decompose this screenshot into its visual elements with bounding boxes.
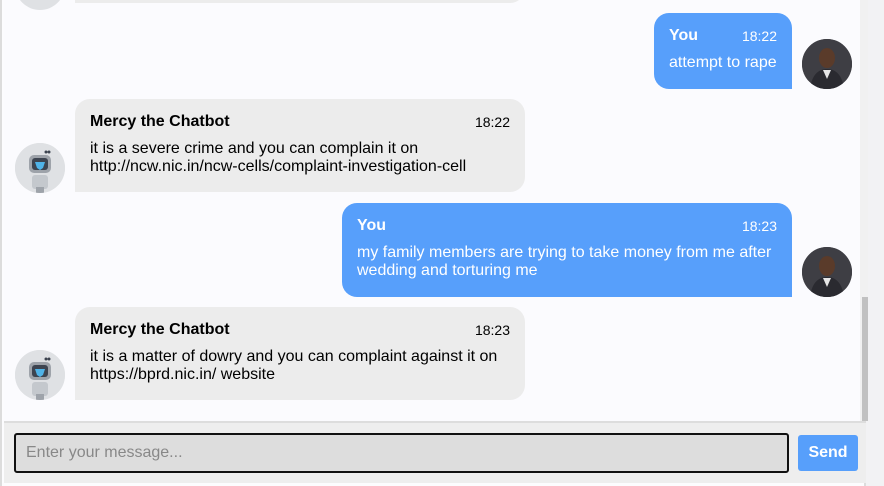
message-bubble-partial — [75, 0, 525, 3]
chat-messages[interactable]: You 18:22 attempt to rape Mercy the Chat… — [4, 0, 860, 421]
user-photo-icon — [802, 247, 852, 297]
sender-name: Mercy the Chatbot — [90, 321, 230, 338]
robot-icon — [15, 143, 65, 193]
message-text: my family members are trying to take mon… — [357, 244, 772, 279]
message-time: 18:22 — [741, 28, 777, 44]
message-bubble: You 18:22 attempt to rape — [654, 13, 792, 89]
send-button[interactable]: Send — [798, 435, 858, 471]
message-bubble: Mercy the Chatbot 18:22 it is a severe c… — [75, 99, 525, 192]
sender-name: You — [357, 217, 387, 234]
robot-icon — [15, 350, 65, 400]
bot-avatar — [15, 350, 65, 400]
sender-name: Mercy the Chatbot — [90, 113, 230, 130]
message-time: 18:23 — [741, 218, 777, 234]
robot-icon — [15, 0, 65, 10]
message-text: attempt to rape — [669, 54, 777, 71]
sender-name: You — [669, 27, 699, 44]
bot-avatar — [15, 143, 65, 193]
message-time: 18:22 — [474, 114, 510, 130]
message-text: it is a matter of dowry and you can comp… — [90, 348, 498, 383]
chat-window: You 18:22 attempt to rape Mercy the Chat… — [0, 0, 868, 486]
message-text: it is a severe crime and you can complai… — [90, 140, 467, 175]
chat-scrollbar-thumb[interactable] — [862, 297, 868, 421]
user-photo-icon — [802, 39, 852, 89]
user-avatar — [802, 247, 852, 297]
message-bubble: Mercy the Chatbot 18:23 it is a matter o… — [75, 307, 525, 400]
message-bubble: You 18:23 my family members are trying t… — [342, 203, 792, 297]
message-time: 18:23 — [474, 322, 510, 338]
user-avatar — [802, 39, 852, 89]
message-composer: Send — [4, 421, 866, 483]
message-input[interactable] — [14, 433, 789, 473]
